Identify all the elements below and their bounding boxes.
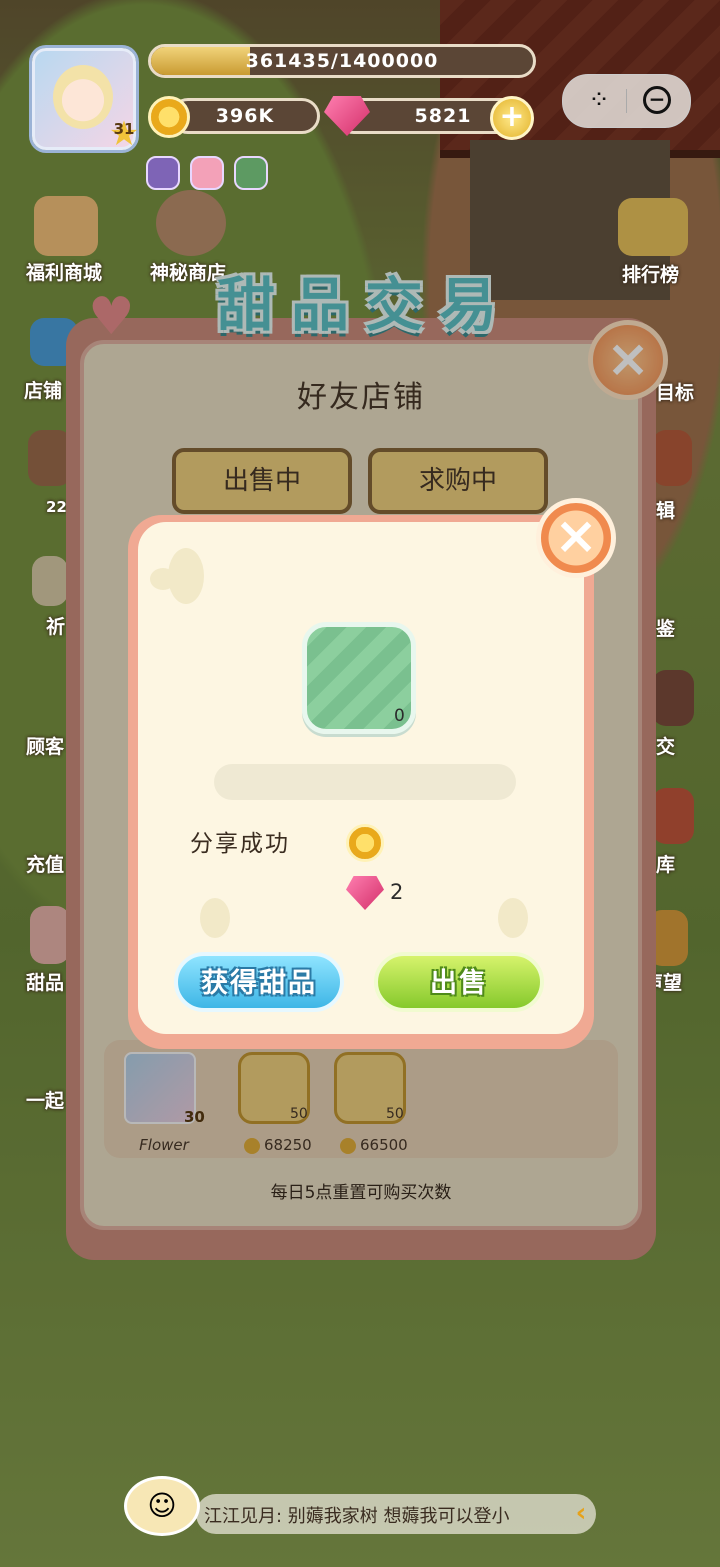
heart-icon[interactable] (190, 156, 224, 190)
flower-icon[interactable] (234, 156, 268, 190)
side-label-welfare-shop[interactable]: 福利商城 (26, 258, 102, 285)
decor-blob (498, 898, 528, 938)
reset-note: 每日5点重置可购买次数 (270, 1183, 452, 1203)
share-success-label: 分享成功 (190, 831, 290, 857)
chat-bubble-icon[interactable]: ☺ (124, 1476, 200, 1536)
seller-level: 30 (184, 1108, 205, 1126)
coin-icon (340, 1138, 356, 1154)
side-label-edit[interactable]: 辑 (656, 496, 675, 523)
side-label-leaderboard[interactable]: 排行榜 (622, 260, 679, 287)
side-label-warehouse[interactable]: 库 (656, 850, 675, 877)
pray-icon[interactable] (32, 556, 68, 606)
coin-icon (244, 1138, 260, 1154)
sale-item-2-qty: 50 (386, 1106, 404, 1122)
sale-item-1-qty: 50 (290, 1106, 308, 1122)
coin-icon (148, 96, 190, 138)
side-label-dessert[interactable]: 甜品 (26, 968, 64, 995)
tab-selling[interactable]: 出售中 (172, 448, 352, 514)
trade-icon[interactable] (652, 670, 694, 726)
edit-icon[interactable] (652, 430, 692, 486)
chat-message: 江江见月: 别薅我家树 想薅我可以登小 (204, 1506, 510, 1527)
panel-subtitle: 好友店铺 (297, 380, 425, 415)
leaderboard-icon[interactable] (618, 198, 688, 256)
more-options-icon[interactable]: ⁘ (583, 85, 615, 117)
side-label-pray[interactable]: 祈 (46, 612, 65, 639)
side-label-trade[interactable]: 交 (656, 732, 675, 759)
dessert-name-bar (214, 764, 516, 800)
dessert-item-qty: 0 (394, 706, 405, 726)
dialog-close-button[interactable]: × (536, 498, 616, 578)
avatar-face (53, 65, 113, 129)
sale-item-1-price: 68250 (264, 1136, 312, 1154)
gem-reward-count: 2 (390, 880, 404, 904)
sale-item-2-price: 66500 (360, 1136, 408, 1154)
decor-blob (200, 898, 230, 938)
xp-text: 361435/1400000 (245, 50, 439, 72)
panel-title: 甜品交易 (216, 271, 513, 339)
add-gems-button[interactable]: + (490, 96, 534, 140)
dessert-book-icon[interactable] (30, 906, 70, 964)
warehouse-icon[interactable] (652, 788, 694, 844)
sell-button[interactable]: 出售 (374, 952, 544, 1012)
welfare-shop-icon[interactable] (34, 196, 98, 256)
mystery-shop-npc[interactable] (156, 190, 226, 256)
player-level: 31 (113, 120, 135, 138)
side-label-recharge[interactable]: 充值 (26, 850, 64, 877)
tab-buying[interactable]: 求购中 (368, 448, 548, 514)
exit-icon[interactable]: − (643, 86, 671, 114)
side-label-customer[interactable]: 顾客 (26, 732, 64, 759)
side-label-appraise[interactable]: 鉴 (656, 614, 675, 641)
mini-program-capsule: ⁘ − (562, 74, 691, 128)
decor-blob (168, 548, 204, 604)
buff-icon-purple[interactable] (146, 156, 180, 190)
capsule-divider (626, 89, 627, 113)
chat-expand-icon[interactable]: ‹ (566, 1498, 596, 1528)
side-label-goals[interactable]: 目标 (656, 378, 694, 405)
heart-decoration-icon: ♥ (88, 287, 135, 347)
coin-reward-icon (346, 824, 384, 862)
side-label-together[interactable]: 一起 (26, 1086, 64, 1113)
xp-bar: 361435/1400000 (148, 44, 536, 78)
seller-name: Flower (139, 1136, 189, 1154)
get-dessert-button[interactable]: 获得甜品 (174, 952, 344, 1012)
coin-counter: 396K (170, 98, 320, 134)
side-label-shop[interactable]: 店铺 (24, 376, 62, 403)
side-label-character: 22 (46, 498, 67, 516)
